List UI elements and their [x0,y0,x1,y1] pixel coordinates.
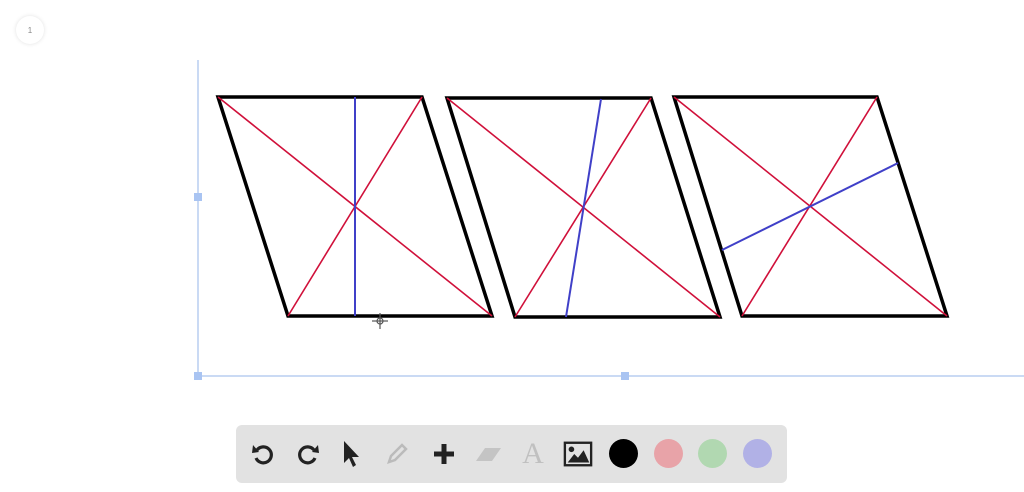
eraser-tool-button[interactable] [473,439,503,469]
redo-button[interactable] [293,439,323,469]
color-red-swatch[interactable] [654,439,683,468]
cursor-arrow-icon [344,441,359,467]
image-tool-button[interactable] [563,439,593,469]
plus-icon [434,444,454,464]
undo-icon [252,445,273,465]
color-blue-swatch[interactable] [743,439,772,468]
text-tool-button[interactable]: A [518,437,548,470]
resize-handle-bottom[interactable] [621,372,629,380]
parallelogram-1 [215,95,495,318]
undo-button[interactable] [248,439,278,469]
color-green-swatch[interactable] [698,439,727,468]
resize-handle-corner[interactable] [194,372,202,380]
image-icon [563,441,593,467]
redo-icon [298,445,319,465]
color-black-swatch[interactable] [609,439,638,468]
add-button[interactable] [429,439,459,469]
selection-box[interactable] [197,60,1024,377]
drawing-canvas[interactable] [0,0,1024,492]
toolbar: A [236,425,787,483]
resize-handle-left[interactable] [194,193,202,201]
pencil-tool-button[interactable] [382,439,412,469]
segment-line [565,98,602,318]
eraser-icon [476,448,501,461]
parallelogram-3 [671,95,950,318]
pencil-icon [387,443,408,464]
select-tool-button[interactable] [337,439,367,469]
segment-line [721,162,899,251]
text-icon: A [522,437,544,470]
parallelogram-2 [444,96,723,319]
